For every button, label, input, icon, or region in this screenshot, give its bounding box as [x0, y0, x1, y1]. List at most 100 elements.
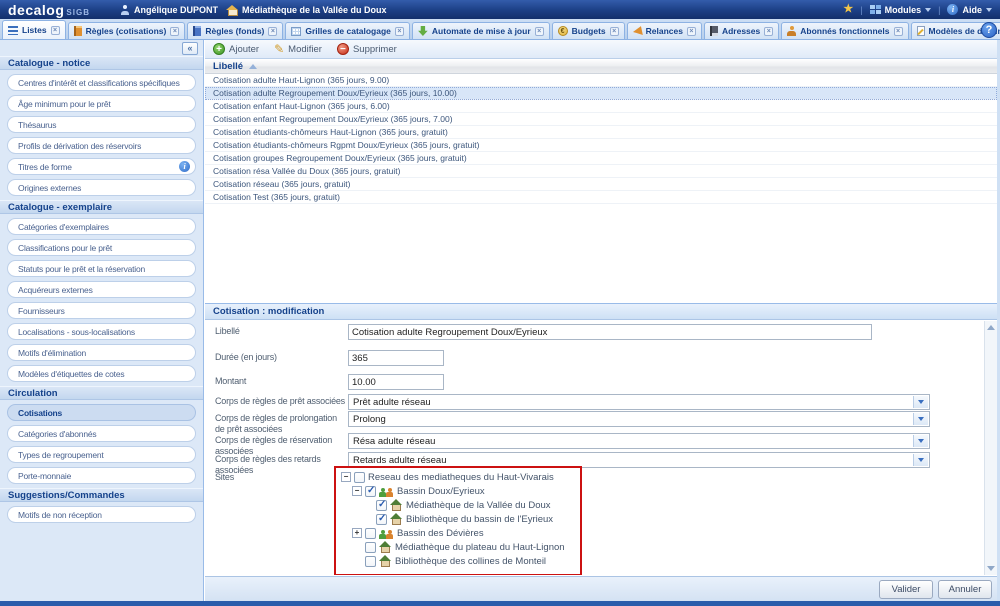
close-icon[interactable]: × [170, 27, 179, 36]
list-row-selected[interactable]: Cotisation adulte Regroupement Doux/Eyri… [205, 87, 997, 100]
tab-regles-cotisations[interactable]: Règles (cotisations) × [68, 22, 186, 39]
close-icon[interactable]: × [51, 26, 60, 35]
tab-listes[interactable]: Listes × [2, 20, 66, 39]
tree-node-mediatheque-haut-lignon[interactable]: Médiathèque du plateau du Haut-Lignon [339, 540, 565, 554]
ajouter-button[interactable]: + Ajouter [213, 43, 259, 55]
scroll-down-icon[interactable] [987, 566, 995, 571]
sidebar-item-thesaurus[interactable]: Thésaurus [7, 116, 196, 133]
collapse-expander-icon[interactable]: − [352, 486, 362, 496]
chevron-down-icon[interactable] [913, 435, 928, 447]
sidebar-item-categories-exemplaires[interactable]: Catégories d'exemplaires [7, 218, 196, 235]
regles-pret-label: Corps de règles de prêt associées [215, 394, 348, 410]
tab-adresses[interactable]: Adresses × [704, 22, 779, 39]
checkbox[interactable] [365, 542, 376, 553]
tab-abonnes-fonctionnels[interactable]: Abonnés fonctionnels × [781, 22, 908, 39]
tree-node-reseau[interactable]: − Reseau des mediatheques du Haut-Vivara… [339, 470, 565, 484]
regles-pret-select[interactable]: Prêt adulte réseau [348, 394, 930, 410]
close-icon[interactable]: × [764, 27, 773, 36]
checkbox[interactable] [376, 514, 387, 525]
checkbox[interactable] [365, 556, 376, 567]
list-row[interactable]: Cotisation enfant Haut-Lignon (365 jours… [205, 100, 997, 113]
sidebar-section-circulation: Circulation [0, 386, 203, 400]
tree-node-bassin-devieres[interactable]: + Bassin des Dévières [339, 526, 565, 540]
list-row[interactable]: Cotisation adulte Haut-Lignon (365 jours… [205, 74, 997, 87]
form-row-sites: Sites [215, 470, 984, 483]
close-icon[interactable]: × [268, 27, 277, 36]
sidebar-item-classifications-pret[interactable]: Classifications pour le prêt [7, 239, 196, 256]
sidebar-item-types-regroupement[interactable]: Types de regroupement [7, 446, 196, 463]
checkbox[interactable] [365, 528, 376, 539]
list-row[interactable]: Cotisation enfant Regroupement Doux/Eyri… [205, 113, 997, 126]
tab-label: Adresses [722, 26, 760, 36]
collapse-sidebar-button[interactable]: « [182, 42, 198, 55]
annuler-button[interactable]: Annuler [938, 580, 992, 599]
close-icon[interactable]: × [687, 27, 696, 36]
group-icon [379, 528, 394, 539]
checkbox[interactable] [365, 486, 376, 497]
modifier-button[interactable]: ✎ Modifier [274, 43, 322, 55]
sidebar-item-age-minimum[interactable]: Âge minimum pour le prêt [7, 95, 196, 112]
list-row[interactable]: Cotisation résa Vallée du Doux (365 jour… [205, 165, 997, 178]
sidebar-item-centres-interet[interactable]: Centres d'intérêt et classifications spé… [7, 74, 196, 91]
sidebar-item-cotisations[interactable]: Cotisations [7, 404, 196, 421]
aide-menu[interactable]: i Aide [947, 4, 992, 15]
sidebar-item-motifs-non-reception[interactable]: Motifs de non réception [7, 506, 196, 523]
checkbox[interactable] [376, 500, 387, 511]
list-row[interactable]: Cotisation groupes Regroupement Doux/Eyr… [205, 152, 997, 165]
sidebar-item-fournisseurs[interactable]: Fournisseurs [7, 302, 196, 319]
chevron-down-icon[interactable] [913, 454, 928, 466]
tree-node-mediatheque-vallee-doux[interactable]: Médiathèque de la Vallée du Doux [339, 498, 565, 512]
sidebar-item-profils-derivation[interactable]: Profils de dérivation des réservoirs [7, 137, 196, 154]
column-header-libelle[interactable]: Libellé [205, 60, 997, 74]
sidebar-item-acquereurs-externes[interactable]: Acquéreurs externes [7, 281, 196, 298]
scroll-up-icon[interactable] [987, 325, 995, 330]
tree-node-bibliotheque-eyrieux[interactable]: Bibliothèque du bassin de l'Eyrieux [339, 512, 565, 526]
tab-relances[interactable]: Relances × [627, 22, 702, 39]
list-row[interactable]: Cotisation réseau (365 jours, gratuit) [205, 178, 997, 191]
favorites-icon[interactable]: ★ [843, 4, 853, 15]
sidebar-item-localisations[interactable]: Localisations - sous-localisations [7, 323, 196, 340]
sidebar-item-titres-de-forme[interactable]: Titres de formei [7, 158, 196, 175]
sidebar-header: « [0, 40, 203, 56]
info-icon[interactable]: i [179, 161, 190, 172]
close-icon[interactable]: × [610, 27, 619, 36]
collapse-expander-icon[interactable]: − [341, 472, 351, 482]
sidebar-item-modeles-etiquettes[interactable]: Modèles d'étiquettes de cotes [7, 365, 196, 382]
chevron-down-icon[interactable] [913, 396, 928, 408]
sidebar-item-porte-monnaie[interactable]: Porte-monnaie [7, 467, 196, 484]
tab-automate-mise-a-jour[interactable]: Automate de mise à jour × [412, 22, 550, 39]
sidebar-item-categories-abonnes[interactable]: Catégories d'abonnés [7, 425, 196, 442]
tab-budgets[interactable]: € Budgets × [552, 22, 625, 39]
modules-menu[interactable]: Modules [870, 5, 932, 15]
help-button[interactable]: ? [981, 22, 997, 38]
current-user[interactable]: Angélique DUPONT [120, 5, 218, 15]
tab-regles-fonds[interactable]: Règles (fonds) × [187, 22, 283, 39]
sidebar-item-origines-externes[interactable]: Origines externes [7, 179, 196, 196]
sidebar-item-statuts-pret-reservation[interactable]: Statuts pour le prêt et la réservation [7, 260, 196, 277]
supprimer-button[interactable]: − Supprimer [337, 43, 397, 55]
tree-node-bassin-doux-eyrieux[interactable]: − Bassin Doux/Eyrieux [339, 484, 565, 498]
checkbox[interactable] [354, 472, 365, 483]
duree-input[interactable] [348, 350, 444, 366]
vertical-scrollbar[interactable] [984, 321, 997, 575]
list-row[interactable]: Cotisation étudiants-chômeurs Haut-Ligno… [205, 126, 997, 139]
libelle-input[interactable] [348, 324, 872, 340]
regles-prolongation-select[interactable]: Prolong [348, 411, 930, 427]
valider-button[interactable]: Valider [879, 580, 933, 599]
cotisation-edit-panel: Cotisation : modification Libellé Durée … [205, 303, 997, 601]
list-row[interactable]: Cotisation Test (365 jours, gratuit) [205, 191, 997, 204]
chevron-down-icon[interactable] [913, 413, 928, 425]
list-icon [8, 26, 18, 35]
tab-label: Relances [646, 26, 683, 36]
current-site[interactable]: Médiathèque de la Vallée du Doux [226, 5, 387, 15]
close-icon[interactable]: × [535, 27, 544, 36]
close-icon[interactable]: × [894, 27, 903, 36]
list-row[interactable]: Cotisation étudiants-chômeurs Rgpmt Doux… [205, 139, 997, 152]
expand-expander-icon[interactable]: + [352, 528, 362, 538]
sidebar-item-motifs-elimination[interactable]: Motifs d'élimination [7, 344, 196, 361]
tab-grilles-catalogage[interactable]: Grilles de catalogage × [285, 22, 410, 39]
regles-reservation-select[interactable]: Résa adulte réseau [348, 433, 930, 449]
tree-node-bibliotheque-monteil[interactable]: Bibliothèque des collines de Monteil [339, 554, 565, 568]
close-icon[interactable]: × [395, 27, 404, 36]
montant-input[interactable] [348, 374, 444, 390]
